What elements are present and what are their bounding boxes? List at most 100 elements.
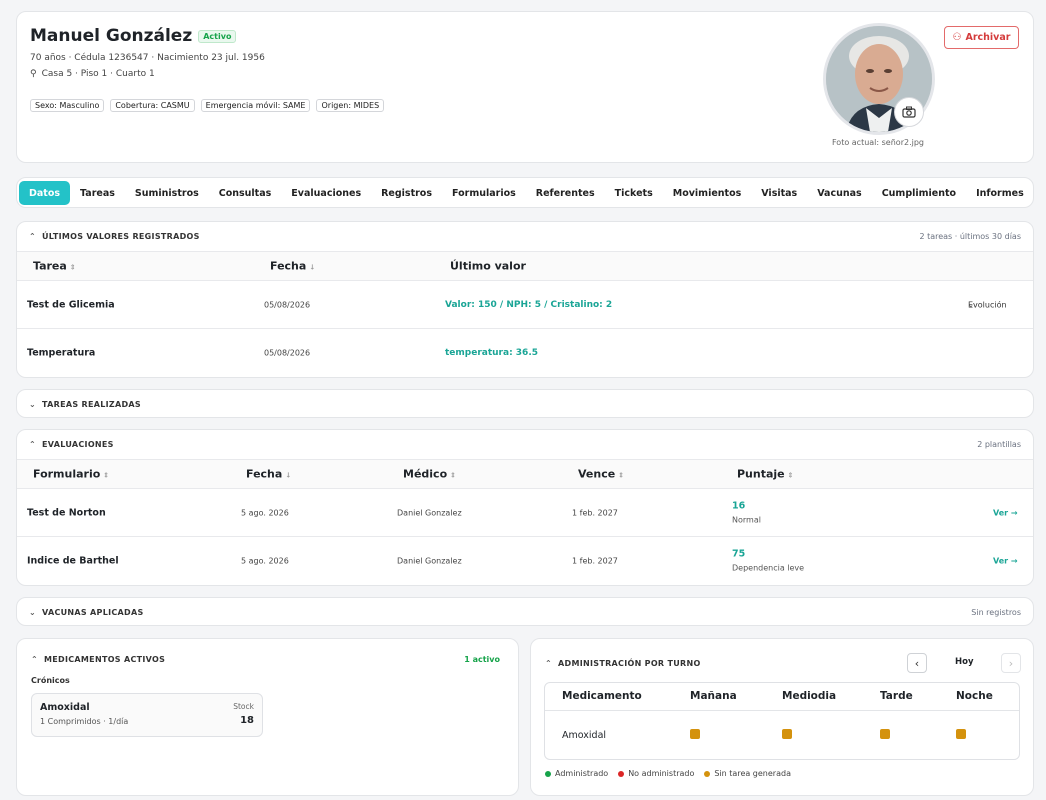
cell-tarea: Test de Glicemia <box>27 299 115 310</box>
ver-link[interactable]: Ver → <box>993 557 1018 566</box>
col-medico[interactable]: Médico ⇕ <box>403 468 456 481</box>
chevron-up-icon: ⌃ <box>31 654 39 664</box>
chevron-up-icon: ⌃ <box>545 658 553 668</box>
location-pin-icon: ⚲ <box>30 69 37 79</box>
vacunas-header[interactable]: ⌄ VACUNAS APLICADAS Sin registros <box>17 598 1033 625</box>
medication-name: Amoxidal <box>40 702 90 713</box>
prev-day-button[interactable]: ‹ <box>907 653 927 673</box>
tab-tareas[interactable]: Tareas <box>70 181 125 205</box>
status-manana[interactable] <box>690 729 700 739</box>
sort-icon: ⇕ <box>787 471 794 480</box>
status-noche[interactable] <box>956 729 966 739</box>
chevron-up-icon: ⌃ <box>29 231 37 241</box>
cell-valor: Valor: 150 / NPH: 5 / Cristalino: 2 <box>445 299 613 310</box>
table-row: Indice de Barthel 5 ago. 2026 Daniel Gon… <box>17 537 1033 585</box>
col-puntaje[interactable]: Puntaje ⇕ <box>737 468 794 481</box>
col-medicamento: Medicamento <box>562 690 642 702</box>
patient-location: Casa 5 · Piso 1 · Cuarto 1 <box>41 69 155 79</box>
chevron-right-icon: › <box>1008 656 1014 670</box>
medication-card[interactable]: Amoxidal 1 Comprimidos · 1/día Stock 18 <box>31 693 263 737</box>
tab-formularios[interactable]: Formularios <box>442 181 526 205</box>
chevron-down-icon: ⌄ <box>29 607 37 617</box>
tareas-realizadas-section: ⌄ TAREAS REALIZADAS <box>16 389 1034 418</box>
stock-label: Stock <box>233 702 254 711</box>
col-ultimo-valor: Último valor <box>450 259 526 273</box>
tab-bar: Datos Tareas Suministros Consultas Evaluacio… <box>16 177 1034 208</box>
col-formulario[interactable]: Formulario ⇕ <box>33 468 109 481</box>
tab-suministros[interactable]: Suministros <box>125 181 209 205</box>
administrado-dot <box>545 770 551 777</box>
active-count: 1 activo <box>464 654 500 664</box>
archive-button[interactable]: ⚇ Archivar <box>944 26 1019 49</box>
sort-down-icon: ↓ <box>285 471 292 480</box>
patient-details: 70 años · Cédula 1236547 · Nacimiento 23… <box>30 53 265 63</box>
tab-informes[interactable]: Informes <box>966 181 1033 205</box>
table-row: Temperatura 05/08/2026 temperatura: 36.5 <box>17 329 1033 377</box>
chevron-left-icon: ‹ <box>914 656 920 670</box>
cell-vence: 1 feb. 2027 <box>572 556 618 566</box>
legend: Administrado No administrado Sin tarea g… <box>545 769 791 778</box>
tab-tickets[interactable]: Tickets <box>605 181 663 205</box>
chevron-down-icon: ⌄ <box>968 300 974 309</box>
section-title: ADMINISTRACIÓN POR TURNO <box>558 658 701 668</box>
medicamentos-header[interactable]: ⌃ MEDICAMENTOS ACTIVOS 1 activo <box>17 645 518 673</box>
tab-cumplimiento[interactable]: Cumplimiento <box>872 181 966 205</box>
table-row: Test de Norton 5 ago. 2026 Daniel Gonzal… <box>17 489 1033 537</box>
tareas-realizadas-header[interactable]: ⌄ TAREAS REALIZADAS <box>17 390 1033 417</box>
status-mediodia[interactable] <box>782 729 792 739</box>
col-fecha[interactable]: Fecha ↓ <box>270 260 315 273</box>
col-noche: Noche <box>956 690 993 702</box>
tab-vacunas[interactable]: Vacunas <box>807 181 871 205</box>
cell-fecha: 05/08/2026 <box>264 348 311 358</box>
camera-icon <box>902 106 916 118</box>
tag-emergencia: Emergencia móvil: SAME <box>200 99 311 112</box>
medication-dose: 1 Comprimidos · 1/día <box>40 717 129 726</box>
col-fecha[interactable]: Fecha ↓ <box>246 468 291 481</box>
cell-fecha: 5 ago. 2026 <box>241 508 289 517</box>
tab-movimientos[interactable]: Movimientos <box>663 181 752 205</box>
chevron-down-icon: ⌄ <box>29 399 37 409</box>
col-mediodia: Mediodia <box>782 690 837 702</box>
cell-puntaje: 75 Dependencia leve <box>732 548 805 573</box>
evaluaciones-header[interactable]: ⌃ EVALUACIONES 2 plantillas <box>17 430 1033 458</box>
col-tarea[interactable]: Tarea ⇕ <box>33 260 76 273</box>
evaluaciones-section: ⌃ EVALUACIONES 2 plantillas Formulario ⇕ … <box>16 429 1034 586</box>
tab-consultas[interactable]: Consultas <box>209 181 282 205</box>
tag-list: Sexo: Masculino Cobertura: CASMU Emergenci… <box>30 93 390 112</box>
tag-origen: Origen: MIDES <box>316 99 385 112</box>
section-title: VACUNAS APLICADAS <box>42 607 144 617</box>
tab-visitas[interactable]: Visitas <box>751 181 807 205</box>
legend-sin-tarea: Sin tarea generada <box>714 769 791 778</box>
next-day-button[interactable]: › <box>1001 653 1021 673</box>
cell-fecha: 5 ago. 2026 <box>241 556 289 566</box>
table-header: Tarea ⇕ Fecha ↓ Último valor <box>17 251 1033 281</box>
ultimos-valores-section: ⌃ ÚLTIMOS VALORES REGISTRADOS 2 tareas ·… <box>16 221 1034 378</box>
sort-icon: ⇕ <box>69 263 76 272</box>
ver-link[interactable]: Ver → <box>993 508 1018 517</box>
change-photo-button[interactable] <box>894 97 924 127</box>
chevron-up-icon: ⌃ <box>29 439 37 449</box>
col-vence[interactable]: Vence ⇕ <box>578 468 624 481</box>
tag-sexo: Sexo: Masculino <box>30 99 105 112</box>
profile-card: Manuel González Activo 70 años · Cédula … <box>16 11 1034 163</box>
table-row: Test de Glicemia 05/08/2026 Valor: 150 /… <box>17 281 1033 329</box>
tag-cobertura: Cobertura: CASMU <box>110 99 195 112</box>
cell-valor: temperatura: 36.5 <box>445 348 539 358</box>
cell-puntaje: 16 Normal <box>732 500 761 524</box>
status-badge: Activo <box>198 29 237 43</box>
group-label: Crónicos <box>31 676 70 685</box>
sin-tarea-dot <box>704 770 711 777</box>
sort-icon: ⇕ <box>450 471 457 480</box>
cell-medico: Daniel Gonzalez <box>397 508 462 517</box>
cell-formulario: Test de Norton <box>27 507 106 518</box>
col-tarde: Tarde <box>880 690 913 702</box>
section-title: ÚLTIMOS VALORES REGISTRADOS <box>42 231 200 241</box>
tab-datos[interactable]: Datos <box>19 181 71 205</box>
section-summary: 2 plantillas <box>977 439 1021 449</box>
tab-registros[interactable]: Registros <box>371 181 442 205</box>
ultimos-valores-header[interactable]: ⌃ ÚLTIMOS VALORES REGISTRADOS 2 tareas ·… <box>17 222 1033 250</box>
section-title: MEDICAMENTOS ACTIVOS <box>44 654 166 664</box>
tab-referentes[interactable]: Referentes <box>526 181 605 205</box>
tab-evaluaciones[interactable]: Evaluaciones <box>281 181 371 205</box>
status-tarde[interactable] <box>880 729 890 739</box>
